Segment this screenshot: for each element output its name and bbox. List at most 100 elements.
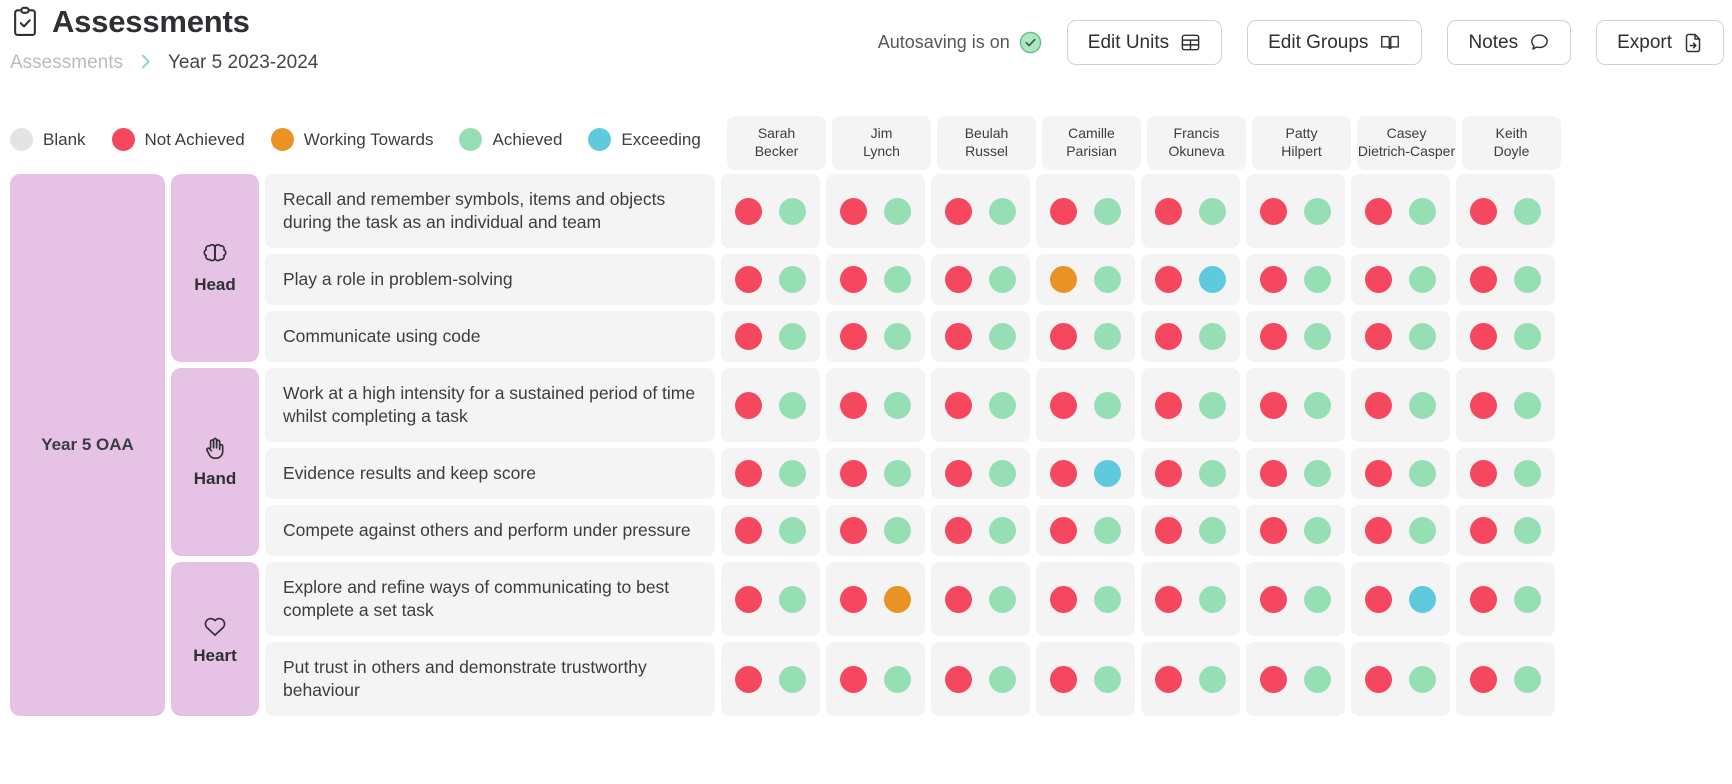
mark-dot-achieved[interactable] — [1199, 460, 1226, 487]
assessment-mark-cell[interactable] — [721, 254, 820, 305]
assessment-mark-cell[interactable] — [721, 642, 820, 716]
mark-dot-achieved[interactable] — [1199, 391, 1226, 419]
mark-dot-achieved[interactable] — [989, 460, 1016, 487]
mark-dot-achieved[interactable] — [1094, 391, 1121, 419]
assessment-mark-cell[interactable] — [1246, 368, 1345, 442]
mark-dot-not-achieved[interactable] — [1260, 391, 1287, 419]
group-cell-hand[interactable]: Hand — [171, 368, 259, 556]
mark-dot-not-achieved[interactable] — [945, 323, 972, 350]
mark-dot-achieved[interactable] — [1304, 585, 1331, 613]
criterion-cell[interactable]: Communicate using code — [265, 311, 715, 362]
mark-dot-not-achieved[interactable] — [840, 197, 867, 225]
mark-dot-not-achieved[interactable] — [1470, 323, 1497, 350]
criterion-cell[interactable]: Work at a high intensity for a sustained… — [265, 368, 715, 442]
mark-dot-achieved[interactable] — [989, 197, 1016, 225]
mark-dot-not-achieved[interactable] — [840, 460, 867, 487]
criterion-cell[interactable]: Recall and remember symbols, items and o… — [265, 174, 715, 248]
mark-dot-achieved[interactable] — [1094, 197, 1121, 225]
assessment-mark-cell[interactable] — [721, 505, 820, 556]
mark-dot-not-achieved[interactable] — [840, 323, 867, 350]
assessment-mark-cell[interactable] — [826, 254, 925, 305]
assessment-mark-cell[interactable] — [1141, 174, 1240, 248]
student-header-cell[interactable]: Francis Okuneva — [1147, 116, 1246, 170]
mark-dot-achieved[interactable] — [1514, 460, 1541, 487]
assessment-mark-cell[interactable] — [1246, 562, 1345, 636]
mark-dot-achieved[interactable] — [1094, 585, 1121, 613]
mark-dot-not-achieved[interactable] — [1365, 460, 1392, 487]
mark-dot-achieved[interactable] — [779, 323, 806, 350]
mark-dot-not-achieved[interactable] — [1050, 665, 1077, 693]
mark-dot-not-achieved[interactable] — [840, 517, 867, 544]
assessment-mark-cell[interactable] — [1456, 448, 1555, 499]
mark-dot-achieved[interactable] — [1304, 665, 1331, 693]
assessment-mark-cell[interactable] — [1456, 505, 1555, 556]
assessment-mark-cell[interactable] — [1036, 505, 1135, 556]
mark-dot-not-achieved[interactable] — [735, 665, 762, 693]
mark-dot-achieved[interactable] — [779, 391, 806, 419]
mark-dot-achieved[interactable] — [1409, 517, 1436, 544]
mark-dot-achieved[interactable] — [1199, 323, 1226, 350]
mark-dot-achieved[interactable] — [1304, 517, 1331, 544]
mark-dot-achieved[interactable] — [884, 323, 911, 350]
mark-dot-achieved[interactable] — [1304, 460, 1331, 487]
student-header-cell[interactable]: Patty Hilpert — [1252, 116, 1351, 170]
unit-column[interactable]: Year 5 OAA — [10, 174, 165, 716]
student-header-cell[interactable]: Jim Lynch — [832, 116, 931, 170]
mark-dot-not-achieved[interactable] — [1260, 585, 1287, 613]
student-header-cell[interactable]: Sarah Becker — [727, 116, 826, 170]
group-cell-heart[interactable]: Heart — [171, 562, 259, 716]
mark-dot-achieved[interactable] — [989, 665, 1016, 693]
mark-dot-achieved[interactable] — [1409, 460, 1436, 487]
assessment-mark-cell[interactable] — [826, 368, 925, 442]
mark-dot-not-achieved[interactable] — [1260, 197, 1287, 225]
mark-dot-achieved[interactable] — [1514, 391, 1541, 419]
assessment-mark-cell[interactable] — [931, 505, 1030, 556]
student-header-cell[interactable]: Camille Parisian — [1042, 116, 1141, 170]
assessment-mark-cell[interactable] — [1036, 448, 1135, 499]
assessment-mark-cell[interactable] — [1141, 642, 1240, 716]
assessment-mark-cell[interactable] — [1141, 368, 1240, 442]
mark-dot-not-achieved[interactable] — [1050, 323, 1077, 350]
mark-dot-achieved[interactable] — [1514, 197, 1541, 225]
mark-dot-not-achieved[interactable] — [1365, 665, 1392, 693]
assessment-mark-cell[interactable] — [1246, 505, 1345, 556]
mark-dot-not-achieved[interactable] — [1050, 460, 1077, 487]
assessment-mark-cell[interactable] — [1036, 254, 1135, 305]
mark-dot-not-achieved[interactable] — [1155, 323, 1182, 350]
mark-dot-achieved[interactable] — [779, 266, 806, 293]
assessment-mark-cell[interactable] — [1351, 254, 1450, 305]
assessment-mark-cell[interactable] — [1246, 254, 1345, 305]
assessment-mark-cell[interactable] — [826, 311, 925, 362]
mark-dot-achieved[interactable] — [884, 460, 911, 487]
mark-dot-exceeding[interactable] — [1409, 585, 1436, 613]
mark-dot-not-achieved[interactable] — [735, 323, 762, 350]
mark-dot-not-achieved[interactable] — [1470, 665, 1497, 693]
mark-dot-achieved[interactable] — [884, 665, 911, 693]
assessment-mark-cell[interactable] — [1456, 311, 1555, 362]
mark-dot-not-achieved[interactable] — [1155, 197, 1182, 225]
mark-dot-not-achieved[interactable] — [945, 266, 972, 293]
mark-dot-achieved[interactable] — [1199, 585, 1226, 613]
mark-dot-exceeding[interactable] — [1199, 266, 1226, 293]
mark-dot-achieved[interactable] — [1094, 517, 1121, 544]
mark-dot-achieved[interactable] — [1514, 323, 1541, 350]
assessment-mark-cell[interactable] — [1141, 562, 1240, 636]
assessment-mark-cell[interactable] — [1141, 505, 1240, 556]
assessment-mark-cell[interactable] — [721, 311, 820, 362]
assessment-mark-cell[interactable] — [931, 562, 1030, 636]
assessment-mark-cell[interactable] — [1036, 368, 1135, 442]
mark-dot-not-achieved[interactable] — [735, 585, 762, 613]
assessment-mark-cell[interactable] — [721, 448, 820, 499]
mark-dot-not-achieved[interactable] — [840, 665, 867, 693]
mark-dot-achieved[interactable] — [1199, 197, 1226, 225]
mark-dot-achieved[interactable] — [1514, 585, 1541, 613]
mark-dot-achieved[interactable] — [1409, 323, 1436, 350]
mark-dot-not-achieved[interactable] — [1050, 391, 1077, 419]
mark-dot-not-achieved[interactable] — [1365, 585, 1392, 613]
mark-dot-not-achieved[interactable] — [945, 585, 972, 613]
mark-dot-not-achieved[interactable] — [1365, 517, 1392, 544]
assessment-mark-cell[interactable] — [826, 448, 925, 499]
mark-dot-achieved[interactable] — [779, 460, 806, 487]
mark-dot-achieved[interactable] — [1094, 323, 1121, 350]
assessment-mark-cell[interactable] — [1456, 562, 1555, 636]
